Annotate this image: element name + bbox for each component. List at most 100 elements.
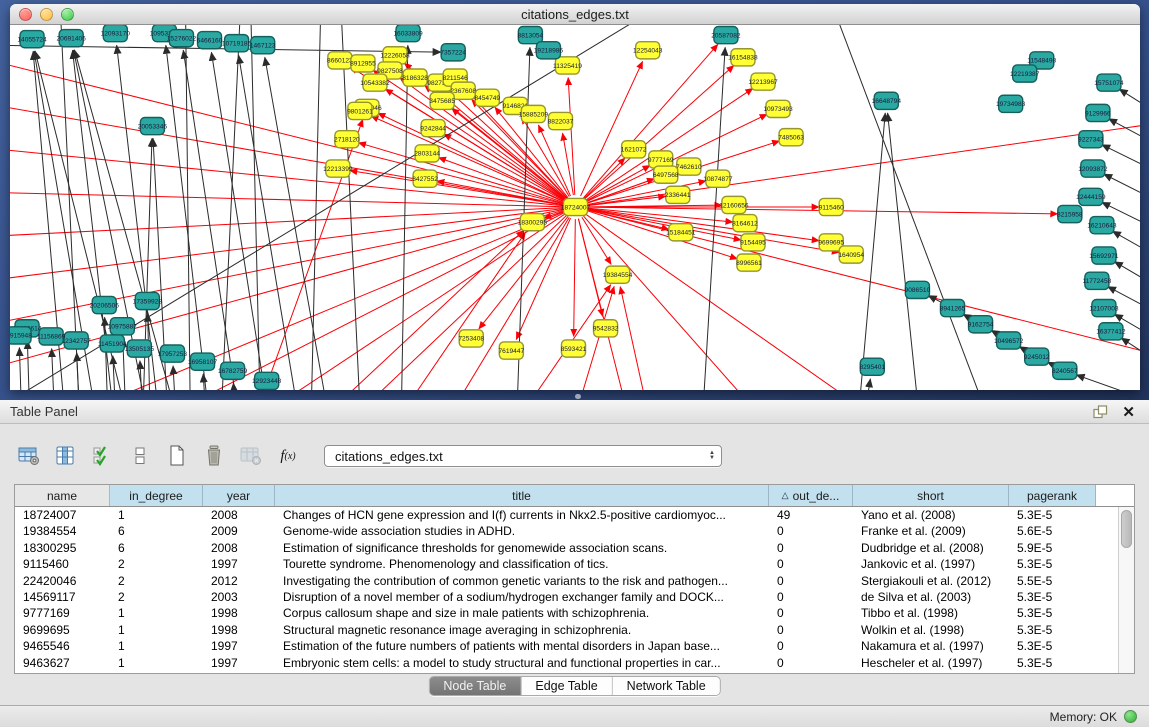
table-cell[interactable]: Franke et al. (2009)	[853, 523, 1009, 539]
close-panel-icon[interactable]: ✕	[1122, 405, 1135, 420]
network-node[interactable]: 20691406	[56, 30, 86, 47]
network-node[interactable]: 11156869	[37, 328, 66, 345]
network-node[interactable]: 10719185	[222, 35, 252, 52]
table-cell[interactable]: Stergiakouli et al. (2012)	[853, 573, 1009, 589]
network-edge[interactable]	[620, 287, 651, 390]
table-cell[interactable]: 6	[110, 540, 203, 556]
column-header-year[interactable]: year	[203, 485, 275, 506]
table-cell[interactable]: 0	[769, 622, 853, 638]
table-cell[interactable]: 2	[110, 573, 203, 589]
network-node[interactable]: 3475685	[429, 92, 455, 109]
table-cell[interactable]: 5.3E-5	[1009, 638, 1096, 654]
table-cell[interactable]: 0	[769, 523, 853, 539]
table-cell[interactable]: 19384554	[15, 523, 110, 539]
network-node[interactable]: 15751074	[1094, 74, 1124, 91]
table-row[interactable]: 977716911998Corpus callosum shape and si…	[15, 605, 1118, 621]
network-node[interactable]: 9801261	[347, 102, 373, 119]
network-node[interactable]: 7253408	[458, 330, 484, 347]
network-edge[interactable]	[587, 196, 665, 205]
table-cell[interactable]: de Silva et al. (2003)	[853, 589, 1009, 605]
network-node[interactable]: 10975887	[108, 318, 138, 335]
table-cell[interactable]: Genome-wide association studies in ADHD.	[275, 523, 769, 539]
network-edge[interactable]	[1076, 375, 1140, 390]
network-edge[interactable]	[585, 214, 892, 390]
network-edge[interactable]	[516, 218, 570, 339]
table-cell[interactable]: 1	[110, 655, 203, 671]
panel-splitter-handle[interactable]	[575, 394, 581, 399]
network-node[interactable]: 18300295	[518, 214, 548, 231]
network-edge[interactable]	[1114, 262, 1140, 296]
network-node[interactable]: 6466160	[197, 32, 223, 49]
table-row[interactable]: 946554611997Estimation of the future num…	[15, 638, 1118, 654]
table-cell[interactable]: 0	[769, 556, 853, 572]
network-edge[interactable]	[40, 212, 564, 390]
network-node[interactable]: 10874877	[703, 170, 733, 187]
network-node[interactable]: 15276022	[167, 30, 197, 47]
network-node[interactable]: 12213967	[748, 73, 778, 90]
network-node[interactable]: 16154838	[728, 49, 758, 66]
network-node[interactable]: 11325419	[553, 57, 582, 74]
network-node[interactable]: 7462610	[676, 158, 702, 175]
table-cell[interactable]: 5.3E-5	[1009, 589, 1096, 605]
network-edge[interactable]	[1121, 338, 1140, 372]
network-node[interactable]: 16377412	[1096, 323, 1126, 340]
table-cell[interactable]: Tibbo et al. (1998)	[853, 605, 1009, 621]
table-cell[interactable]: 1	[110, 507, 203, 523]
table-cell[interactable]: 1997	[203, 556, 275, 572]
network-node[interactable]: 2336441	[665, 186, 691, 203]
network-node[interactable]: 10973493	[763, 100, 793, 117]
network-node[interactable]: 18724007	[561, 198, 591, 215]
table-settings-icon[interactable]	[16, 443, 42, 469]
network-edge[interactable]	[311, 230, 524, 390]
network-edge[interactable]	[574, 219, 576, 336]
network-node[interactable]: 8996561	[736, 254, 762, 271]
tab-edge-table[interactable]: Edge Table	[521, 677, 612, 695]
network-node[interactable]: 1621072	[621, 141, 647, 158]
delete-column-icon[interactable]	[201, 443, 227, 469]
network-node[interactable]: 7619447	[498, 342, 524, 359]
table-row[interactable]: 1938455462009Genome-wide association stu…	[15, 523, 1118, 539]
table-cell[interactable]: Nakamura et al. (1997)	[853, 638, 1009, 654]
network-node[interactable]: 15692971	[1089, 247, 1119, 264]
network-edge[interactable]	[27, 340, 30, 390]
network-edge[interactable]	[832, 25, 992, 390]
network-node[interactable]: 12219387	[1010, 65, 1040, 82]
network-edge[interactable]	[211, 52, 270, 390]
network-node[interactable]: 8593421	[561, 340, 587, 357]
network-edge[interactable]	[173, 366, 176, 390]
network-node[interactable]: 11772458	[1082, 272, 1111, 289]
table-cell[interactable]: 0	[769, 605, 853, 621]
network-node[interactable]: 9542832	[593, 320, 619, 337]
table-cell[interactable]: Estimation of the future numbers of pati…	[275, 638, 769, 654]
network-edge[interactable]	[401, 45, 408, 390]
network-node[interactable]: 8164612	[732, 215, 758, 232]
table-cell[interactable]: Dudbridge et al. (2008)	[853, 540, 1009, 556]
network-node[interactable]: 12213399	[323, 160, 353, 177]
float-panel-icon[interactable]	[1093, 405, 1108, 419]
table-cell[interactable]: 18724007	[15, 507, 110, 523]
memory-status-indicator[interactable]	[1124, 710, 1137, 723]
network-node[interactable]: 9162754	[968, 316, 994, 333]
table-cell[interactable]: 9463627	[15, 655, 110, 671]
delete-table-icon[interactable]	[238, 443, 264, 469]
table-cell[interactable]: 2009	[203, 523, 275, 539]
network-edge[interactable]	[10, 208, 564, 282]
table-cell[interactable]: 22420046	[15, 573, 110, 589]
table-row[interactable]: 1872400712008Changes of HCN gene express…	[15, 507, 1118, 523]
table-cell[interactable]: 9699695	[15, 622, 110, 638]
table-cell[interactable]: Disruption of a novel member of a sodium…	[275, 589, 769, 605]
table-cell[interactable]: 49	[769, 507, 853, 523]
table-cell[interactable]: 2003	[203, 589, 275, 605]
table-cell[interactable]: Wolkin et al. (1998)	[853, 622, 1009, 638]
table-cell[interactable]: 2008	[203, 540, 275, 556]
column-visibility-icon[interactable]	[53, 443, 79, 469]
network-node[interactable]: 8240567	[1052, 362, 1078, 379]
table-cell[interactable]: 1	[110, 605, 203, 621]
table-cell[interactable]: 5.5E-5	[1009, 573, 1096, 589]
network-edge[interactable]	[52, 349, 55, 390]
network-edge[interactable]	[511, 285, 610, 390]
network-node[interactable]: 6497568	[653, 166, 679, 183]
minimize-window-button[interactable]	[40, 8, 53, 21]
network-node[interactable]: 8427552	[412, 170, 438, 187]
network-node[interactable]: 12923448	[252, 372, 282, 389]
